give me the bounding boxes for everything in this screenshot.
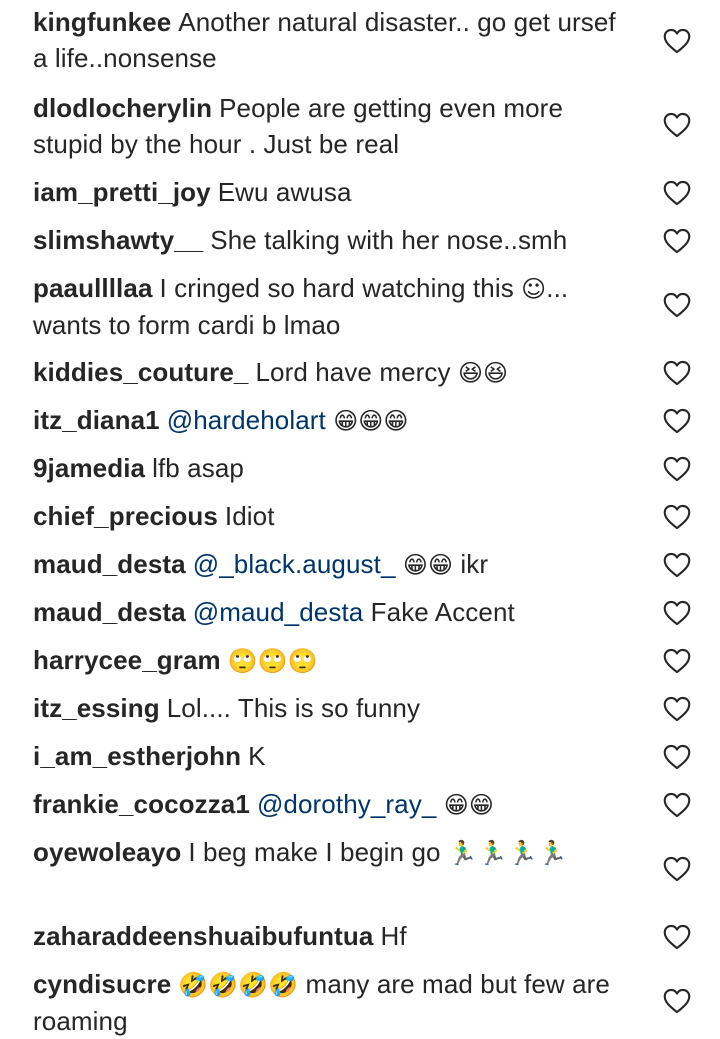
comment-mention[interactable]: @dorothy_ray_	[257, 789, 436, 819]
comment-emoji: 🙄🙄🙄	[227, 647, 318, 675]
comment-text: oyewoleayo I beg make I begin go 🏃‍♂🏃‍♂🏃‍…	[33, 834, 633, 871]
comment-emoji: 😁😁	[443, 791, 494, 819]
heart-outline-icon[interactable]	[663, 988, 691, 1014]
heart-outline-icon[interactable]	[663, 292, 691, 318]
comment-body-tail: ikr	[453, 549, 489, 579]
comment-body: I cringed so hard watching this	[159, 273, 514, 303]
comment-username[interactable]: oyewoleayo	[33, 837, 181, 867]
comment-body: Lord have mercy	[255, 357, 451, 387]
comment-username[interactable]: dlodlocherylin	[33, 93, 212, 123]
comment-text: frankie_cocozza1 @dorothy_ray_ 😁😁	[33, 786, 633, 823]
comment-username[interactable]: cyndisucre	[33, 969, 171, 999]
comment-username[interactable]: iam_pretti_joy	[33, 177, 211, 207]
comment-username[interactable]: kingfunkee	[33, 7, 171, 37]
comment-username[interactable]: i_am_estherjohn	[33, 741, 241, 771]
comment-emoji: ☺	[521, 275, 547, 303]
heart-outline-icon[interactable]	[663, 504, 691, 530]
comment-text: zaharaddeenshuaibufuntua Hf	[33, 918, 633, 954]
heart-outline-icon[interactable]	[663, 648, 691, 674]
comment-text: cyndisucre 🤣🤣🤣🤣 many are mad but few are …	[33, 966, 633, 1039]
comment-username[interactable]: frankie_cocozza1	[33, 789, 250, 819]
comment-text: itz_essing Lol.... This is so funny	[33, 690, 633, 726]
comment-list: kingfunkee Another natural disaster.. go …	[0, 0, 720, 1036]
comment-text: maud_desta @_black.august_ 😁😁 ikr	[33, 546, 633, 583]
heart-outline-icon[interactable]	[663, 744, 691, 770]
comment-text: iam_pretti_joy Ewu awusa	[33, 174, 633, 210]
comment-text: slimshawty__ She talking with her nose..s…	[33, 222, 633, 258]
comment-username[interactable]: slimshawty__	[33, 225, 203, 255]
comment-body-tail: Fake Accent	[363, 597, 515, 627]
comment-text: chief_precious Idiot	[33, 498, 633, 534]
comment-body: I beg make I begin go	[188, 837, 441, 867]
comment-text: paaullllaa I cringed so hard watching thi…	[33, 270, 633, 343]
comment-body: Idiot	[224, 501, 275, 531]
comment-body: Lol.... This is so funny	[166, 693, 421, 723]
heart-outline-icon[interactable]	[663, 180, 691, 206]
comment-username[interactable]: 9jamedia	[33, 453, 145, 483]
comment-body: Hf	[380, 921, 407, 951]
heart-outline-icon[interactable]	[663, 856, 691, 882]
comment-text: kingfunkee Another natural disaster.. go …	[33, 4, 633, 76]
comment-emoji: 😆😆	[457, 359, 509, 387]
comment-mention[interactable]: @maud_desta	[193, 597, 364, 627]
comment-text: 9jamedia lfb asap	[33, 450, 633, 486]
comment-text: kiddies_couture_ Lord have mercy 😆😆	[33, 354, 633, 391]
comment-username[interactable]: harrycee_gram	[33, 645, 221, 675]
comment-username[interactable]: paaullllaa	[33, 273, 153, 303]
comment-body: Ewu awusa	[217, 177, 352, 207]
comment-emoji: 🏃‍♂🏃‍♂🏃‍♂🏃‍♂	[447, 839, 568, 867]
heart-outline-icon[interactable]	[663, 28, 691, 54]
comment-username[interactable]: maud_desta	[33, 549, 186, 579]
comment-username[interactable]: kiddies_couture_	[33, 357, 248, 387]
comment-text: dlodlocherylin People are getting even mo…	[33, 90, 633, 162]
comment-username[interactable]: itz_essing	[33, 693, 160, 723]
heart-outline-icon[interactable]	[663, 696, 691, 722]
comment-username[interactable]: itz_diana1	[33, 405, 160, 435]
comment-username[interactable]: zaharaddeenshuaibufuntua	[33, 921, 373, 951]
heart-outline-icon[interactable]	[663, 408, 691, 434]
heart-outline-icon[interactable]	[663, 600, 691, 626]
comment-mention[interactable]: @hardeholart	[167, 405, 326, 435]
comment-text: harrycee_gram 🙄🙄🙄	[33, 642, 633, 679]
heart-outline-icon[interactable]	[663, 792, 691, 818]
comment-username[interactable]: maud_desta	[33, 597, 186, 627]
comment-emoji: 😁😁	[402, 551, 454, 579]
comment-body: K	[248, 741, 266, 771]
comment-mention[interactable]: @_black.august_	[193, 549, 396, 579]
heart-outline-icon[interactable]	[663, 360, 691, 386]
comment-text: itz_diana1 @hardeholart 😁😁😁	[33, 402, 633, 439]
comment-text: maud_desta @maud_desta Fake Accent	[33, 594, 633, 630]
comment-username[interactable]: chief_precious	[33, 501, 218, 531]
heart-outline-icon[interactable]	[663, 112, 691, 138]
heart-outline-icon[interactable]	[663, 456, 691, 482]
comment-text: i_am_estherjohn K	[33, 738, 633, 774]
comment-emoji: 😁😁😁	[333, 407, 409, 435]
comment-body: lfb asap	[152, 453, 244, 483]
heart-outline-icon[interactable]	[663, 924, 691, 950]
comment-emoji: 🤣🤣🤣🤣	[178, 971, 299, 999]
heart-outline-icon[interactable]	[663, 228, 691, 254]
heart-outline-icon[interactable]	[663, 552, 691, 578]
comment-body: She talking with her nose..smh	[210, 225, 568, 255]
